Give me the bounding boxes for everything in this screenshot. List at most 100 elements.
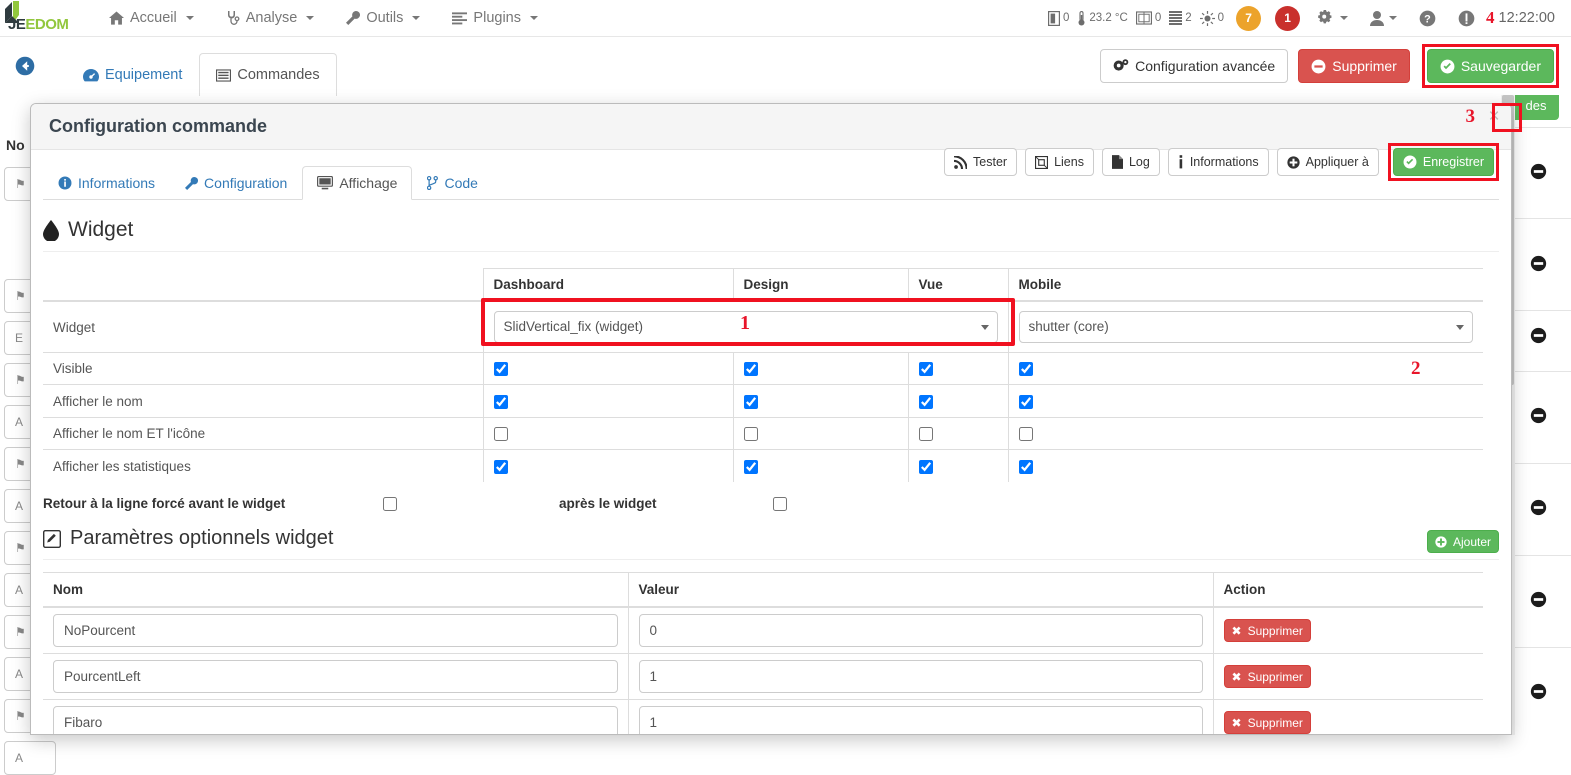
log-button[interactable]: Log <box>1101 148 1160 176</box>
cell-param-name <box>43 699 628 734</box>
nav-item-outils[interactable]: Outils <box>330 0 436 37</box>
param-name-input[interactable] <box>53 614 618 648</box>
summary-stats: 0 23.2 °C 0 2 0 <box>1047 10 1224 26</box>
cell-param-name <box>43 606 628 654</box>
param-value-input[interactable] <box>638 660 1203 694</box>
checkbox-visible-vue[interactable] <box>918 362 933 377</box>
delete-param-button[interactable]: ✖ Supprimer <box>1223 711 1311 734</box>
tab-label: Commandes <box>237 67 320 83</box>
checkbox-stats-dashboard[interactable] <box>493 459 508 474</box>
table-icon <box>216 68 232 82</box>
brand-logo[interactable]: JEEDOM <box>0 0 69 37</box>
checkbox-nameicon-dashboard[interactable] <box>493 427 508 442</box>
list-item[interactable]: A <box>4 741 56 775</box>
widget-section-title: Widget <box>68 218 134 241</box>
top-navbar: JEEDOM Accueil Analyse Outils Plugins 0 … <box>0 0 1571 37</box>
cell-param-value <box>627 699 1213 734</box>
cell-design <box>732 384 908 418</box>
svg-text:?: ? <box>1424 13 1431 25</box>
advanced-config-button[interactable]: Configuration avancée <box>1100 49 1289 83</box>
stat-value: 0 <box>1062 12 1070 24</box>
cell-vue <box>907 384 1008 418</box>
informations-button[interactable]: Informations <box>1167 148 1269 176</box>
back-button[interactable] <box>14 55 36 77</box>
info-button[interactable] <box>1447 0 1486 37</box>
add-param-button[interactable]: Ajouter <box>1426 530 1499 554</box>
checkbox-showname-mobile[interactable] <box>1018 394 1033 409</box>
tab-commandes[interactable]: Commandes <box>199 53 337 96</box>
edit-icon <box>43 529 61 548</box>
param-value-input[interactable] <box>638 706 1203 734</box>
delete-param-button[interactable]: ✖ Supprimer <box>1223 619 1311 643</box>
checkbox-stats-vue[interactable] <box>918 459 933 474</box>
checkbox-showname-design[interactable] <box>743 394 758 409</box>
param-name-input[interactable] <box>53 660 618 694</box>
nav-item-accueil[interactable]: Accueil <box>93 0 210 37</box>
checkbox-linebreak-before[interactable] <box>383 497 397 512</box>
param-value-input[interactable] <box>638 614 1203 648</box>
params-section-heading: Paramètres optionnels widget Ajouter <box>43 527 1499 561</box>
checkbox-visible-dashboard[interactable] <box>493 362 508 377</box>
tab-configuration[interactable]: Configuration <box>170 166 302 200</box>
optional-params-table: Nom Valeur Action ✖ Supprimer <box>43 572 1483 734</box>
checkbox-showname-dashboard[interactable] <box>493 394 508 409</box>
checkbox-linebreak-after[interactable] <box>773 497 787 512</box>
tab-equipement[interactable]: Equipement <box>66 53 199 96</box>
tab-label: Informations <box>78 175 156 191</box>
tab-informations[interactable]: Informations <box>43 166 170 200</box>
checkbox-stats-design[interactable] <box>743 459 758 474</box>
nav-item-plugins[interactable]: Plugins <box>436 0 554 37</box>
modal-action-buttons: Tester Liens Log Informations Appliquer … <box>944 143 1499 181</box>
modal-title: Configuration commande <box>49 116 268 136</box>
checkbox-visible-mobile[interactable] <box>1018 362 1033 377</box>
thermometer-icon <box>1078 10 1085 25</box>
checkbox-showname-vue[interactable] <box>918 394 933 409</box>
remove-icon[interactable] <box>1530 683 1547 700</box>
cell-vue <box>907 416 1008 450</box>
cell-mobile <box>1007 416 1483 450</box>
info-icon <box>1458 10 1475 26</box>
tab-code[interactable]: Code <box>412 166 492 200</box>
remove-icon[interactable] <box>1530 499 1547 516</box>
table-row: Visible <box>43 351 1483 385</box>
remove-icon[interactable] <box>1530 255 1547 272</box>
test-button[interactable]: Tester <box>944 148 1018 176</box>
help-button[interactable]: ? <box>1408 0 1447 37</box>
cell-dashboard <box>482 351 733 385</box>
settings-menu-button[interactable] <box>1307 0 1359 37</box>
remove-icon[interactable] <box>1530 327 1547 344</box>
cell-dashboard <box>482 449 733 482</box>
save-button[interactable]: Sauvegarder <box>1426 49 1554 83</box>
delete-param-button[interactable]: ✖ Supprimer <box>1223 665 1311 689</box>
apply-to-button[interactable]: Appliquer à <box>1276 148 1379 176</box>
register-button[interactable]: Enregistrer <box>1392 148 1494 176</box>
times-icon: ✖ <box>1231 715 1242 730</box>
cell-mobile <box>1007 449 1483 482</box>
error-badge[interactable]: 1 <box>1275 5 1301 31</box>
table-row: Afficher les statistiques <box>43 449 1483 482</box>
remove-icon[interactable] <box>1530 163 1547 180</box>
param-name-input[interactable] <box>53 706 618 734</box>
chevron-down-icon <box>529 16 538 20</box>
nav-item-label: Outils <box>366 10 404 26</box>
checkbox-nameicon-vue[interactable] <box>918 427 933 442</box>
warning-badge[interactable]: 7 <box>1236 5 1262 31</box>
stat-window: 0 <box>1135 11 1161 25</box>
tab-label: Configuration <box>204 175 288 191</box>
remove-icon[interactable] <box>1530 407 1547 424</box>
tab-affichage[interactable]: Affichage <box>302 166 413 200</box>
checkbox-visible-design[interactable] <box>743 362 758 377</box>
delete-button[interactable]: Supprimer <box>1298 49 1410 83</box>
nav-item-analyse[interactable]: Analyse <box>210 0 331 37</box>
checkbox-nameicon-design[interactable] <box>743 427 758 442</box>
links-button[interactable]: Liens <box>1025 148 1094 176</box>
nav-item-label: Analyse <box>245 10 298 26</box>
checkbox-stats-mobile[interactable] <box>1018 459 1033 474</box>
checkbox-nameicon-mobile[interactable] <box>1018 427 1033 442</box>
col-design: Design <box>732 268 908 302</box>
close-icon[interactable]: × <box>1483 106 1505 128</box>
remove-icon[interactable] <box>1530 591 1547 608</box>
user-menu-button[interactable] <box>1359 0 1408 37</box>
row-label: Widget <box>43 300 483 353</box>
mobile-widget-select[interactable]: shutter (core) <box>1018 311 1473 343</box>
